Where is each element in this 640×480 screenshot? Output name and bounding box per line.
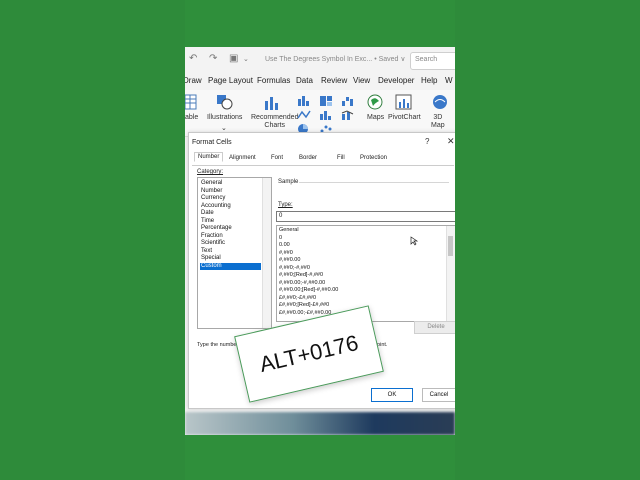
category-item[interactable]: Accounting <box>200 203 261 210</box>
category-item[interactable]: Text <box>200 248 261 255</box>
waterfall-chart-icon[interactable] <box>341 95 355 107</box>
format-item[interactable]: #,##0.00;[Red]-#,##0.00 <box>279 287 338 295</box>
tab-number[interactable]: Number <box>194 152 224 162</box>
blurred-taskbar <box>185 412 455 435</box>
title-bar: ↶ ↷ ▣ ⌄ Use The Degrees Symbol In Exc...… <box>185 47 455 73</box>
illustrations-icon[interactable] <box>216 93 234 111</box>
save-icon[interactable]: ▣ <box>229 53 238 64</box>
format-item[interactable]: £#,##0;-£#,##0 <box>279 295 316 303</box>
maps-icon[interactable] <box>367 94 383 110</box>
tab-view[interactable]: View <box>353 76 370 85</box>
pivotchart-icon[interactable] <box>395 94 413 111</box>
hierarchy-chart-icon[interactable] <box>319 95 333 107</box>
format-item[interactable]: #,##0;-#,##0 <box>279 265 310 273</box>
sample-label: Sample <box>278 179 299 185</box>
3d-map-icon[interactable] <box>432 94 448 110</box>
close-icon[interactable]: ✕ <box>447 136 455 147</box>
illustrations-dropdown-icon[interactable]: ⌄ <box>221 124 227 132</box>
category-item[interactable]: Percentage <box>200 225 261 232</box>
search-box[interactable]: Search <box>410 52 455 70</box>
recommended-charts-label: Recommended Charts <box>251 114 299 129</box>
tab-font[interactable]: Font <box>268 154 286 162</box>
category-item[interactable]: Special <box>200 255 261 262</box>
tab-draw[interactable]: Draw <box>185 76 202 85</box>
tab-more[interactable]: W <box>445 76 453 85</box>
ribbon-tabs: Draw Page Layout Formulas Data Review Vi… <box>185 73 455 89</box>
category-item[interactable]: General <box>200 180 261 187</box>
format-item[interactable]: #,##0 <box>279 250 293 258</box>
tab-developer[interactable]: Developer <box>378 76 414 85</box>
tab-data[interactable]: Data <box>296 76 313 85</box>
customize-qat-icon[interactable]: ⌄ <box>243 55 249 63</box>
tab-formulas[interactable]: Formulas <box>257 76 290 85</box>
delete-button[interactable]: Delete <box>414 321 455 334</box>
category-item[interactable]: Time <box>200 218 261 225</box>
format-item[interactable]: #,##0.00 <box>279 257 300 265</box>
column-chart-icon[interactable] <box>297 95 311 107</box>
category-item[interactable]: Currency <box>200 195 261 202</box>
category-label: Category: <box>197 169 224 175</box>
line-chart-icon[interactable] <box>297 109 311 121</box>
tab-page-layout[interactable]: Page Layout <box>208 76 253 85</box>
format-item[interactable]: #,##0;[Red]-#,##0 <box>279 272 323 280</box>
format-item[interactable]: General <box>279 227 299 235</box>
tab-help[interactable]: Help <box>421 76 437 85</box>
help-button[interactable]: ? <box>425 137 429 146</box>
statistic-chart-icon[interactable] <box>319 109 333 121</box>
category-list[interactable]: General Number Currency Accounting Date … <box>197 177 272 329</box>
category-scrollbar[interactable] <box>262 178 271 328</box>
category-item[interactable]: Scientific <box>200 240 261 247</box>
cancel-button[interactable]: Cancel <box>422 388 455 402</box>
category-item-selected[interactable]: Custom <box>200 262 261 270</box>
tab-review[interactable]: Review <box>321 76 347 85</box>
recommended-charts-icon[interactable] <box>263 94 281 112</box>
dialog-tabs: Number Alignment Font Border Fill Protec… <box>192 152 454 166</box>
tab-protection[interactable]: Protection <box>357 154 390 162</box>
format-item[interactable]: 0 <box>279 235 282 243</box>
3d-map-label: 3D Map <box>431 114 445 129</box>
undo-icon[interactable]: ↶ <box>189 53 197 64</box>
document-title[interactable]: Use The Degrees Symbol In Exc... • Saved… <box>265 55 406 63</box>
illustrations-label: Illustrations <box>207 114 243 121</box>
ribbon: able Illustrations ⌄ Recommended Charts <box>185 90 455 137</box>
tab-border[interactable]: Border <box>296 154 320 162</box>
category-item[interactable]: Number <box>200 188 261 195</box>
category-item[interactable]: Fraction <box>200 233 261 240</box>
redo-icon[interactable]: ↷ <box>209 53 217 64</box>
combo-chart-icon[interactable] <box>341 109 355 121</box>
dialog-title: Format Cells <box>192 139 232 146</box>
format-item[interactable]: #,##0.00;-#,##0.00 <box>279 280 325 288</box>
tab-alignment[interactable]: Alignment <box>226 154 259 162</box>
type-input[interactable]: 0 <box>276 211 455 222</box>
video-frame: ↶ ↷ ▣ ⌄ Use The Degrees Symbol In Exc...… <box>185 0 455 480</box>
search-placeholder: Search <box>415 56 438 63</box>
mouse-cursor-icon <box>410 236 418 246</box>
format-scroll-thumb[interactable] <box>448 236 453 256</box>
format-item[interactable]: £#,##0;[Red]-£#,##0 <box>279 302 329 310</box>
format-item[interactable]: 0.00 <box>279 242 290 250</box>
type-label: Type: <box>278 202 293 208</box>
sample-divider <box>299 182 449 183</box>
tab-fill[interactable]: Fill <box>334 154 348 162</box>
table-label: able <box>185 114 199 121</box>
table-icon[interactable] <box>185 94 197 110</box>
category-item[interactable]: Date <box>200 210 261 217</box>
ok-button[interactable]: OK <box>371 388 413 402</box>
format-scrollbar[interactable] <box>446 226 455 321</box>
pivotchart-label: PivotChart <box>388 114 421 121</box>
maps-label: Maps <box>367 114 385 121</box>
